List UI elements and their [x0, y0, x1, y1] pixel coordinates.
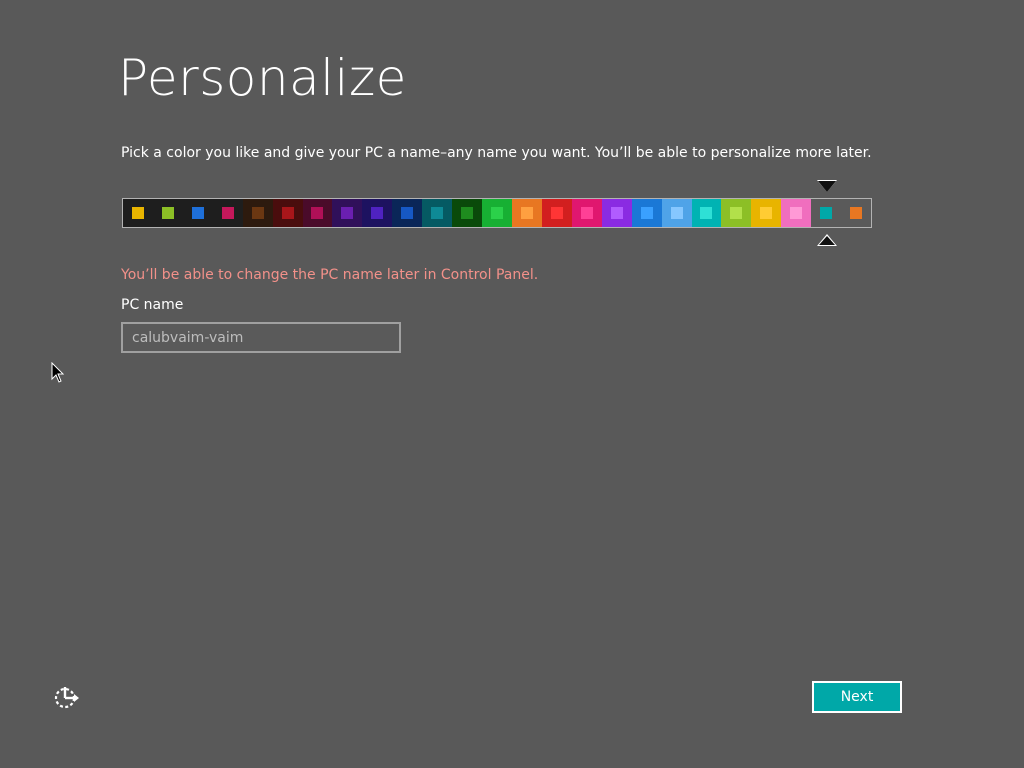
color-swatch[interactable]: [152, 199, 183, 227]
color-swatch-chip: [401, 207, 414, 219]
pc-name-note: You’ll be able to change the PC name lat…: [121, 267, 539, 283]
selected-color-indicator-bottom-inner: [819, 236, 835, 245]
color-swatch[interactable]: [272, 199, 303, 227]
selected-color-indicator-top-inner: [818, 181, 836, 192]
ease-of-access-icon[interactable]: [52, 684, 80, 710]
color-swatch[interactable]: [123, 199, 153, 227]
color-swatch-chip: [520, 207, 533, 219]
color-swatch-selected[interactable]: [811, 199, 842, 227]
color-swatch-chip: [161, 207, 174, 219]
color-swatch[interactable]: [781, 199, 812, 227]
color-swatch-chip: [550, 207, 563, 219]
color-swatch-chip: [131, 207, 144, 219]
color-swatch[interactable]: [541, 199, 572, 227]
color-swatch-chip: [341, 207, 354, 219]
color-swatch[interactable]: [302, 199, 333, 227]
color-swatch[interactable]: [601, 199, 632, 227]
pc-name-label: PC name: [121, 297, 184, 313]
color-swatch[interactable]: [661, 199, 692, 227]
instruction-text: Pick a color you like and give your PC a…: [121, 145, 872, 161]
color-swatch-chip: [191, 207, 204, 219]
color-swatch[interactable]: [631, 199, 662, 227]
color-swatch-chip: [371, 207, 384, 219]
color-swatch[interactable]: [721, 199, 752, 227]
color-swatch-chip: [730, 207, 743, 219]
color-swatch[interactable]: [511, 199, 542, 227]
color-swatch-chip: [850, 207, 863, 219]
color-swatch-chip: [760, 207, 773, 219]
color-swatch[interactable]: [841, 199, 872, 227]
color-picker[interactable]: [122, 198, 872, 228]
color-swatch[interactable]: [212, 199, 243, 227]
color-swatch-chip: [820, 207, 833, 219]
color-swatch-chip: [580, 207, 593, 219]
color-swatch[interactable]: [751, 199, 782, 227]
color-swatch-chip: [640, 207, 653, 219]
color-swatch-chip: [790, 207, 803, 219]
color-swatch[interactable]: [182, 199, 213, 227]
color-swatch[interactable]: [452, 199, 483, 227]
color-swatch[interactable]: [332, 199, 363, 227]
color-swatch[interactable]: [482, 199, 512, 227]
color-swatch-chip: [461, 207, 474, 219]
pc-name-input[interactable]: [121, 322, 401, 353]
color-swatch[interactable]: [362, 199, 393, 227]
color-swatch-chip: [311, 207, 324, 219]
color-swatch-chip: [491, 207, 504, 219]
page-title: Personalize: [118, 49, 407, 107]
color-swatch[interactable]: [571, 199, 602, 227]
color-swatch[interactable]: [392, 199, 423, 227]
color-swatch-chip: [670, 207, 683, 219]
color-swatch-chip: [610, 207, 623, 219]
color-swatch-chip: [281, 207, 294, 219]
color-swatch-chip: [431, 207, 444, 219]
color-swatch-chip: [700, 207, 713, 219]
color-swatch[interactable]: [242, 199, 273, 227]
next-button[interactable]: Next: [812, 681, 902, 713]
color-swatch-chip: [221, 207, 234, 219]
color-swatch[interactable]: [691, 199, 722, 227]
color-swatch-chip: [251, 207, 264, 219]
color-swatch[interactable]: [422, 199, 453, 227]
mouse-pointer-icon: [51, 362, 65, 383]
